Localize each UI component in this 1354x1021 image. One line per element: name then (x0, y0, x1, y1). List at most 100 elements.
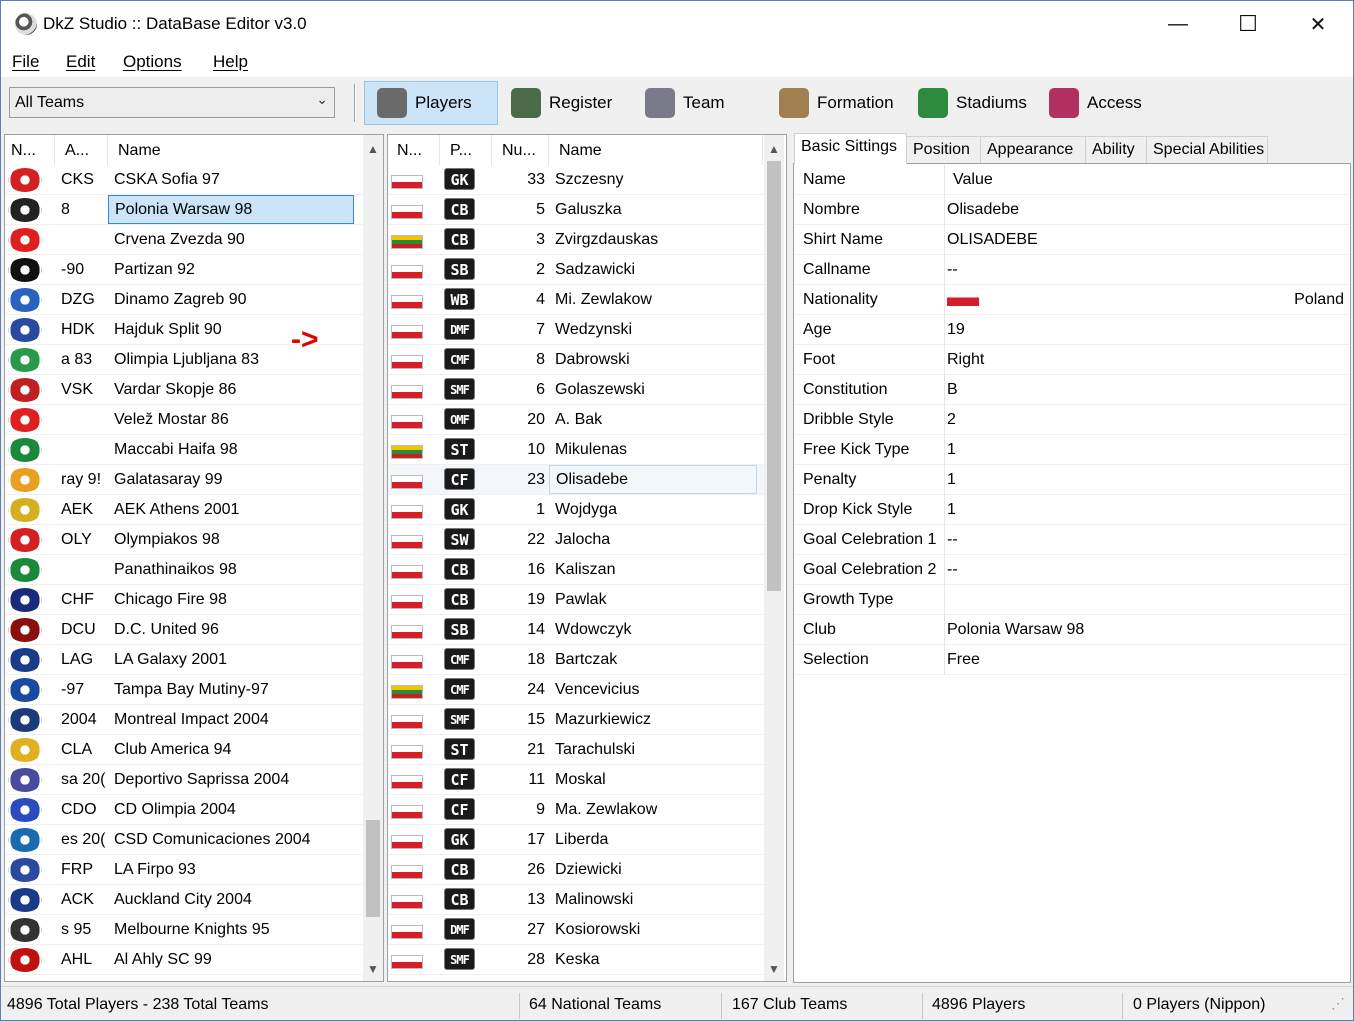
property-row[interactable]: Nombre Olisadebe (794, 195, 1350, 225)
team-row[interactable]: OLY Olympiakos 98 (5, 525, 363, 555)
players-header-name[interactable]: Name (549, 135, 763, 165)
scroll-down-icon[interactable]: ▼ (363, 959, 383, 979)
teams-scrollbar[interactable]: ▲ ▼ (363, 135, 383, 981)
menu-options[interactable]: Options (123, 52, 182, 72)
toolbar-team-button[interactable]: Team (633, 81, 763, 125)
tab-special-abilities[interactable]: Special Abilities (1146, 136, 1268, 163)
team-row[interactable]: CDO CD Olimpia 2004 (5, 795, 363, 825)
team-row[interactable]: FRP LA Firpo 93 (5, 855, 363, 885)
team-row[interactable]: AHL Al Ahly SC 99 (5, 945, 363, 975)
player-row[interactable]: SW 22 Jalocha (388, 525, 764, 555)
team-row[interactable]: Velež Mostar 86 (5, 405, 363, 435)
player-row[interactable]: CB 26 Dziewicki (388, 855, 764, 885)
players-header-position[interactable]: P... (440, 135, 492, 165)
property-row[interactable]: Penalty 1 (794, 465, 1350, 495)
team-row[interactable]: -97 Tampa Bay Mutiny-97 (5, 675, 363, 705)
team-row[interactable]: DZG Dinamo Zagreb 90 (5, 285, 363, 315)
player-row[interactable]: GK 17 Liberda (388, 825, 764, 855)
maximize-button[interactable]: ☐ (1213, 1, 1283, 47)
player-row[interactable]: SMF 6 Golaszewski (388, 375, 764, 405)
player-row[interactable]: CB 3 Zvirgzdauskas (388, 225, 764, 255)
team-row[interactable]: CKS CSKA Sofia 97 (5, 165, 363, 195)
toolbar-players-button[interactable]: Players (364, 81, 498, 125)
player-row[interactable]: GK 1 Wojdyga (388, 495, 764, 525)
menu-file[interactable]: File (12, 52, 39, 72)
team-row[interactable]: CLA Club America 94 (5, 735, 363, 765)
player-row[interactable]: CMF 18 Bartczak (388, 645, 764, 675)
teams-header-number[interactable]: N... (5, 135, 55, 165)
scroll-up-icon[interactable]: ▲ (764, 139, 784, 159)
player-row[interactable]: ST 10 Mikulenas (388, 435, 764, 465)
menu-help[interactable]: Help (213, 52, 248, 72)
tab-appearance[interactable]: Appearance (980, 136, 1086, 163)
property-row[interactable]: Nationality Poland (794, 285, 1350, 315)
team-row[interactable]: 8 Polonia Warsaw 98 (5, 195, 363, 225)
toolbar-register-button[interactable]: Register (499, 81, 629, 125)
player-row[interactable]: CB 16 Kaliszan (388, 555, 764, 585)
team-row[interactable]: 2004 Montreal Impact 2004 (5, 705, 363, 735)
team-row[interactable]: -90 Partizan 92 (5, 255, 363, 285)
player-row[interactable]: WB 4 Mi. Zewlakow (388, 285, 764, 315)
tab-basic-sittings[interactable]: Basic Sittings (794, 133, 907, 164)
teams-header-name[interactable]: Name (108, 135, 364, 165)
team-row[interactable]: es 20(CSD Comunicaciones 2004 (5, 825, 363, 855)
player-row[interactable]: SMF 15 Mazurkiewicz (388, 705, 764, 735)
property-row[interactable]: Selection Free (794, 645, 1350, 675)
property-row[interactable]: Free Kick Type 1 (794, 435, 1350, 465)
scroll-down-icon[interactable]: ▼ (764, 959, 784, 979)
players-scroll-thumb[interactable] (767, 161, 781, 591)
property-row[interactable]: Club Polonia Warsaw 98 (794, 615, 1350, 645)
resize-grip-icon[interactable]: ⋰ (1331, 995, 1345, 1012)
team-row[interactable]: Crvena Zvezda 90 (5, 225, 363, 255)
player-row[interactable]: DMF 7 Wedzynski (388, 315, 764, 345)
tab-position[interactable]: Position (906, 136, 981, 163)
teams-header-abbr[interactable]: A... (55, 135, 108, 165)
property-row[interactable]: Foot Right (794, 345, 1350, 375)
team-row[interactable]: s 95 Melbourne Knights 95 (5, 915, 363, 945)
minimize-button[interactable]: — (1143, 1, 1213, 47)
property-row[interactable]: Growth Type (794, 585, 1350, 615)
property-row[interactable]: Dribble Style 2 (794, 405, 1350, 435)
player-row[interactable]: CB 19 Pawlak (388, 585, 764, 615)
team-row[interactable]: CHF Chicago Fire 98 (5, 585, 363, 615)
player-row[interactable]: SB 14 Wdowczyk (388, 615, 764, 645)
player-row[interactable]: CF 11 Moskal (388, 765, 764, 795)
player-row[interactable]: CB 13 Malinowski (388, 885, 764, 915)
team-row[interactable]: ray 9! Galatasaray 99 (5, 465, 363, 495)
teams-scroll-thumb[interactable] (366, 820, 380, 917)
toolbar-access-button[interactable]: Access (1037, 81, 1157, 125)
players-list[interactable]: N... P... Nu... Name GK 33 Szczesny CB 5 Galu… (387, 134, 787, 982)
menu-edit[interactable]: Edit (66, 52, 95, 72)
player-row[interactable]: CMF 24 Vencevicius (388, 675, 764, 705)
team-row[interactable]: LAG LA Galaxy 2001 (5, 645, 363, 675)
player-row[interactable]: CB 5 Galuszka (388, 195, 764, 225)
property-row[interactable]: Goal Celebration 1 -- (794, 525, 1350, 555)
property-row[interactable]: Constitution B (794, 375, 1350, 405)
property-row[interactable]: Drop Kick Style 1 (794, 495, 1350, 525)
player-row[interactable]: OMF 20 A. Bak (388, 405, 764, 435)
player-row[interactable]: DMF 27 Kosiorowski (388, 915, 764, 945)
team-row[interactable]: VSK Vardar Skopje 86 (5, 375, 363, 405)
players-scrollbar[interactable]: ▲ ▼ (764, 135, 784, 981)
players-header-nation[interactable]: N... (388, 135, 440, 165)
tab-ability[interactable]: Ability (1085, 136, 1147, 163)
toolbar-stadiums-button[interactable]: Stadiums (906, 81, 1034, 125)
property-row[interactable]: Goal Celebration 2 -- (794, 555, 1350, 585)
team-row[interactable]: Panathinaikos 98 (5, 555, 363, 585)
property-row[interactable]: Callname -- (794, 255, 1350, 285)
player-row[interactable]: SMF 28 Keska (388, 945, 764, 975)
team-row[interactable]: sa 20(Deportivo Saprissa 2004 (5, 765, 363, 795)
property-row[interactable]: Shirt Name OLISADEBE (794, 225, 1350, 255)
player-row[interactable]: GK 33 Szczesny (388, 165, 764, 195)
scroll-up-icon[interactable]: ▲ (363, 139, 383, 159)
player-row[interactable]: ST 21 Tarachulski (388, 735, 764, 765)
player-row[interactable]: SB 2 Sadzawicki (388, 255, 764, 285)
team-filter-select[interactable]: All Teams ⌄ (9, 87, 335, 118)
team-row[interactable]: AEK AEK Athens 2001 (5, 495, 363, 525)
player-row[interactable]: CF 9 Ma. Zewlakow (388, 795, 764, 825)
close-button[interactable]: ✕ (1283, 1, 1353, 47)
players-header-number[interactable]: Nu... (492, 135, 549, 165)
team-row[interactable]: Maccabi Haifa 98 (5, 435, 363, 465)
team-row[interactable]: DCU D.C. United 96 (5, 615, 363, 645)
player-row[interactable]: CMF 8 Dabrowski (388, 345, 764, 375)
